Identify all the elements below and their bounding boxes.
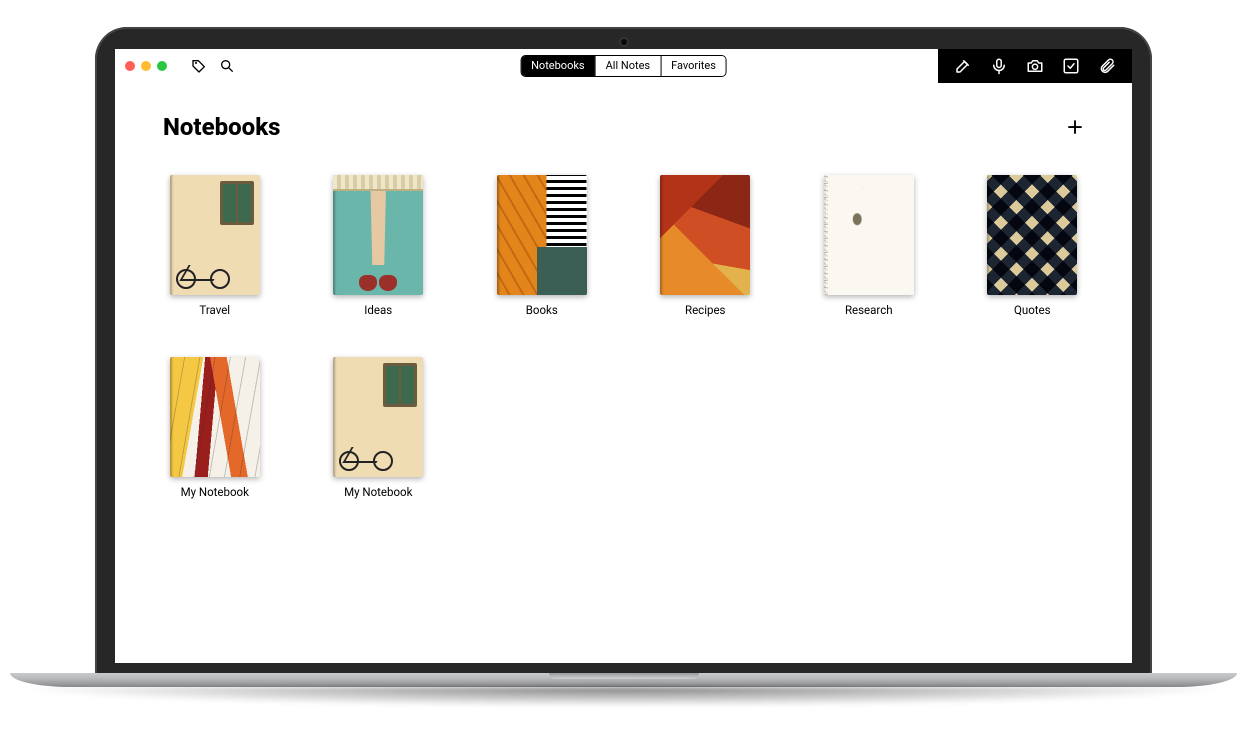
notebook-ideas[interactable]: Ideas [327, 175, 431, 317]
notebook-cover [170, 175, 260, 295]
minimize-window-button[interactable] [141, 61, 151, 71]
screen-bezel: Notebooks All Notes Favorites [95, 27, 1152, 675]
tab-favorites[interactable]: Favorites [660, 56, 726, 76]
window-left-controls [125, 58, 235, 74]
webcam [621, 39, 627, 45]
notebook-label: Travel [199, 303, 230, 317]
tab-all-notes[interactable]: All Notes [595, 56, 660, 76]
notebook-research[interactable]: Research [817, 175, 921, 317]
notebook-label: Books [526, 303, 558, 317]
notebook-label: My Notebook [344, 485, 412, 499]
app-window: Notebooks All Notes Favorites [115, 49, 1132, 663]
zoom-window-button[interactable] [157, 61, 167, 71]
notebook-label: Research [845, 303, 893, 317]
notebook-label: Ideas [364, 303, 392, 317]
notebook-label: Recipes [685, 303, 726, 317]
view-segmented-control: Notebooks All Notes Favorites [520, 55, 727, 77]
camera-icon[interactable] [1026, 57, 1044, 75]
laptop-frame: Notebooks All Notes Favorites [95, 27, 1152, 687]
notebook-cover [170, 357, 260, 477]
notebooks-grid: Travel Ideas Books Recipes [115, 151, 1132, 523]
add-notebook-button[interactable] [1066, 118, 1084, 136]
notebook-cover [333, 175, 423, 295]
notebook-mynotebook-1[interactable]: My Notebook [163, 357, 267, 499]
notebook-cover [333, 357, 423, 477]
notebook-recipes[interactable]: Recipes [654, 175, 758, 317]
tag-icon[interactable] [191, 58, 207, 74]
laptop-shadow [10, 687, 1237, 707]
notebook-travel[interactable]: Travel [163, 175, 267, 317]
top-toolbar: Notebooks All Notes Favorites [115, 49, 1132, 83]
notebook-mynotebook-2[interactable]: My Notebook [327, 357, 431, 499]
quick-actions-toolbar [938, 49, 1132, 83]
page-title: Notebooks [163, 113, 280, 141]
notebook-cover [987, 175, 1077, 295]
checklist-icon[interactable] [1062, 57, 1080, 75]
notebook-quotes[interactable]: Quotes [981, 175, 1085, 317]
close-window-button[interactable] [125, 61, 135, 71]
notebook-label: My Notebook [181, 485, 249, 499]
traffic-lights [125, 61, 167, 71]
microphone-icon[interactable] [990, 57, 1008, 75]
notebook-cover [497, 175, 587, 295]
notebook-cover [660, 175, 750, 295]
tab-notebooks[interactable]: Notebooks [521, 56, 595, 76]
notebook-cover [824, 175, 914, 295]
search-icon[interactable] [219, 58, 235, 74]
notebook-label: Quotes [1014, 303, 1051, 317]
page-header: Notebooks [115, 83, 1132, 151]
compose-icon[interactable] [954, 57, 972, 75]
attachment-icon[interactable] [1098, 57, 1116, 75]
laptop-base [10, 673, 1237, 687]
notebook-books[interactable]: Books [490, 175, 594, 317]
